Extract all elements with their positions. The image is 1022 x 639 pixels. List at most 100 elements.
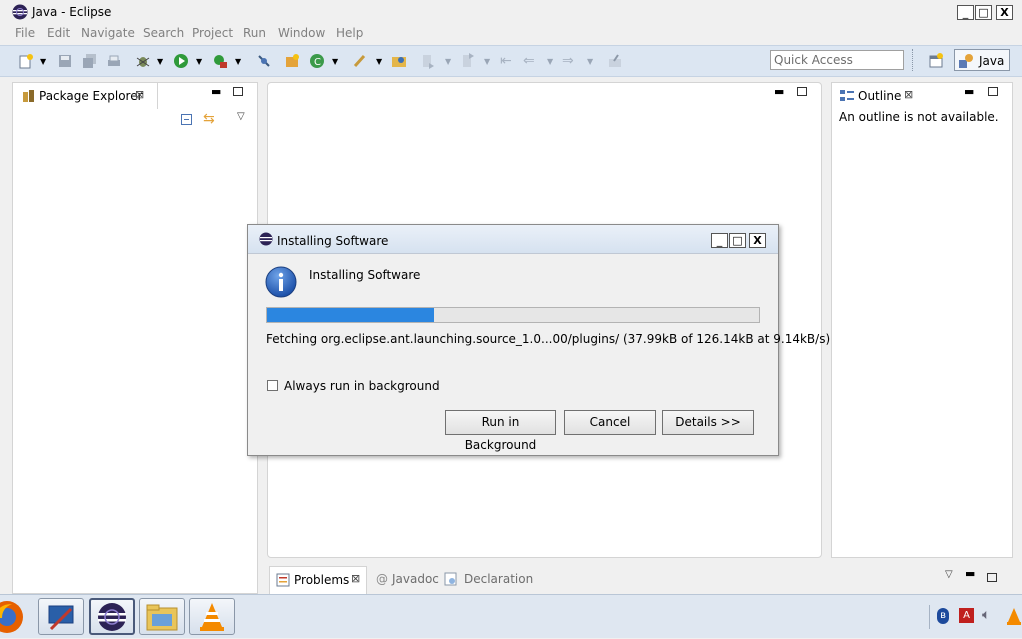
- outline-minimize-icon[interactable]: ▬: [964, 85, 974, 98]
- run-dropdown-icon[interactable]: ▼: [196, 57, 202, 66]
- brush-dropdown-icon[interactable]: ▼: [376, 57, 382, 66]
- skip-breakpoints-icon[interactable]: [256, 53, 272, 69]
- dialog-eclipse-icon: [259, 232, 273, 246]
- dialog-close-button[interactable]: X: [749, 233, 766, 248]
- last-edit-icon[interactable]: ⇤: [500, 53, 516, 69]
- open-type-icon[interactable]: [391, 53, 407, 69]
- outline-tab[interactable]: Outline ⊠: [834, 83, 920, 109]
- taskbar-app-explorer[interactable]: [139, 598, 185, 635]
- menu-navigate[interactable]: Navigate: [81, 26, 135, 40]
- taskbar-app-vlc[interactable]: [189, 598, 235, 635]
- network-tool-icon: [48, 605, 74, 631]
- progress-fill: [267, 308, 434, 322]
- menu-project[interactable]: Project: [192, 26, 233, 40]
- package-explorer-tab[interactable]: Package Explorer ⊠: [13, 83, 158, 109]
- outline-close-icon[interactable]: ⊠: [904, 88, 913, 101]
- prev-annotation-dropdown-icon[interactable]: ▼: [484, 57, 490, 66]
- dialog-title-bar: Installing Software _ □ X: [248, 225, 778, 254]
- open-perspective-icon[interactable]: [928, 53, 944, 69]
- tab-problems[interactable]: Problems ⊠: [269, 566, 367, 594]
- java-perspective-button[interactable]: Java: [954, 49, 1010, 71]
- external-tools-dropdown-icon[interactable]: ▼: [235, 57, 241, 66]
- details-button[interactable]: Details >>: [662, 410, 754, 435]
- pin-editor-icon[interactable]: [607, 53, 623, 69]
- menu-edit[interactable]: Edit: [47, 26, 70, 40]
- dialog-title: Installing Software: [277, 234, 389, 248]
- dialog-maximize-button[interactable]: □: [729, 233, 746, 248]
- forward-dropdown-icon[interactable]: ▼: [587, 57, 593, 66]
- acrobat-icon[interactable]: A: [959, 608, 974, 623]
- new-class-icon[interactable]: C: [309, 53, 325, 69]
- view-menu-icon[interactable]: ▽: [237, 111, 245, 122]
- collapse-all-icon[interactable]: [181, 114, 192, 125]
- link-with-editor-icon[interactable]: ⇆: [203, 111, 215, 127]
- external-tools-icon[interactable]: [212, 53, 228, 69]
- tab-declaration[interactable]: Declaration: [464, 572, 533, 586]
- toolbar-separator: [912, 49, 915, 71]
- tab-javadoc[interactable]: Javadoc: [392, 572, 439, 586]
- menu-bar: File Edit Navigate Search Project Run Wi…: [0, 24, 1022, 44]
- run-icon[interactable]: [173, 53, 189, 69]
- volume-icon[interactable]: 🔈︎: [982, 607, 990, 623]
- always-run-background-checkbox[interactable]: [267, 380, 278, 391]
- save-all-icon[interactable]: [82, 53, 98, 69]
- bottom-minimize-icon[interactable]: ▬: [965, 567, 975, 580]
- bluetooth-icon[interactable]: ʙ: [937, 608, 949, 624]
- next-annotation-dropdown-icon[interactable]: ▼: [445, 57, 451, 66]
- dialog-heading: Installing Software: [309, 268, 421, 282]
- dialog-minimize-button[interactable]: _: [711, 233, 728, 248]
- back-icon[interactable]: ⇐: [523, 53, 539, 69]
- package-explorer-title: Package Explorer: [39, 89, 143, 103]
- package-explorer-minimize-icon[interactable]: ▬: [211, 85, 221, 98]
- new-icon[interactable]: [18, 53, 34, 69]
- vlc-tray-icon[interactable]: [1006, 607, 1022, 625]
- debug-dropdown-icon[interactable]: ▼: [157, 57, 163, 66]
- taskbar-app-network[interactable]: [38, 598, 84, 635]
- new-dropdown-icon[interactable]: ▼: [40, 57, 46, 66]
- firefox-icon[interactable]: [0, 598, 26, 636]
- outline-message: An outline is not available.: [839, 110, 999, 124]
- brush-icon[interactable]: [352, 53, 368, 69]
- quick-access-input[interactable]: Quick Access: [770, 50, 904, 70]
- bottom-panel-tabs: Problems ⊠ @ Javadoc Declaration ▽ ▬: [267, 566, 1013, 594]
- bottom-maximize-icon[interactable]: [987, 573, 997, 582]
- always-run-background-label: Always run in background: [284, 379, 440, 393]
- bottom-view-menu-icon[interactable]: ▽: [945, 569, 953, 580]
- menu-help[interactable]: Help: [336, 26, 363, 40]
- menu-file[interactable]: File: [15, 26, 35, 40]
- forward-icon[interactable]: ⇒: [562, 53, 578, 69]
- os-taskbar: ʙ A 🔈︎: [0, 594, 1022, 638]
- maximize-button[interactable]: □: [975, 5, 992, 20]
- back-dropdown-icon[interactable]: ▼: [547, 57, 553, 66]
- package-explorer-panel: Package Explorer ⊠ ▬ ⇆ ▽: [12, 82, 258, 594]
- editor-minimize-icon[interactable]: ▬: [774, 85, 784, 98]
- run-in-background-button[interactable]: Run in Background: [445, 410, 556, 452]
- close-button[interactable]: X: [996, 5, 1013, 20]
- outline-title: Outline: [858, 89, 902, 103]
- taskbar-app-eclipse[interactable]: [89, 598, 135, 635]
- progress-status: Fetching org.eclipse.ant.launching.sourc…: [266, 332, 831, 346]
- debug-icon[interactable]: [135, 53, 151, 69]
- outline-maximize-icon[interactable]: [988, 87, 998, 96]
- problems-label: Problems: [294, 573, 350, 587]
- print-icon[interactable]: [106, 53, 122, 69]
- info-icon: [265, 266, 297, 298]
- save-icon[interactable]: [57, 53, 73, 69]
- prev-annotation-icon[interactable]: [460, 53, 476, 69]
- package-explorer-close-icon[interactable]: ⊠: [135, 88, 144, 101]
- cancel-button[interactable]: Cancel: [564, 410, 656, 435]
- package-explorer-maximize-icon[interactable]: [233, 87, 243, 96]
- main-toolbar: ▼ ▼ ▼ ▼ C ▼ ▼ ▼ ▼ ⇤ ⇐ ▼ ⇒ ▼ Quick Access…: [0, 45, 1022, 77]
- editor-maximize-icon[interactable]: [797, 87, 807, 96]
- installing-software-dialog: Installing Software _ □ X Installing Sof…: [247, 224, 830, 456]
- minimize-button[interactable]: _: [957, 5, 974, 20]
- menu-search[interactable]: Search: [143, 26, 184, 40]
- problems-close-icon[interactable]: ⊠: [351, 572, 360, 585]
- menu-window[interactable]: Window: [278, 26, 325, 40]
- next-annotation-icon[interactable]: [420, 53, 436, 69]
- problems-icon: [276, 573, 290, 587]
- eclipse-icon: [12, 4, 28, 20]
- new-class-dropdown-icon[interactable]: ▼: [332, 57, 338, 66]
- menu-run[interactable]: Run: [243, 26, 266, 40]
- new-java-project-icon[interactable]: [284, 53, 300, 69]
